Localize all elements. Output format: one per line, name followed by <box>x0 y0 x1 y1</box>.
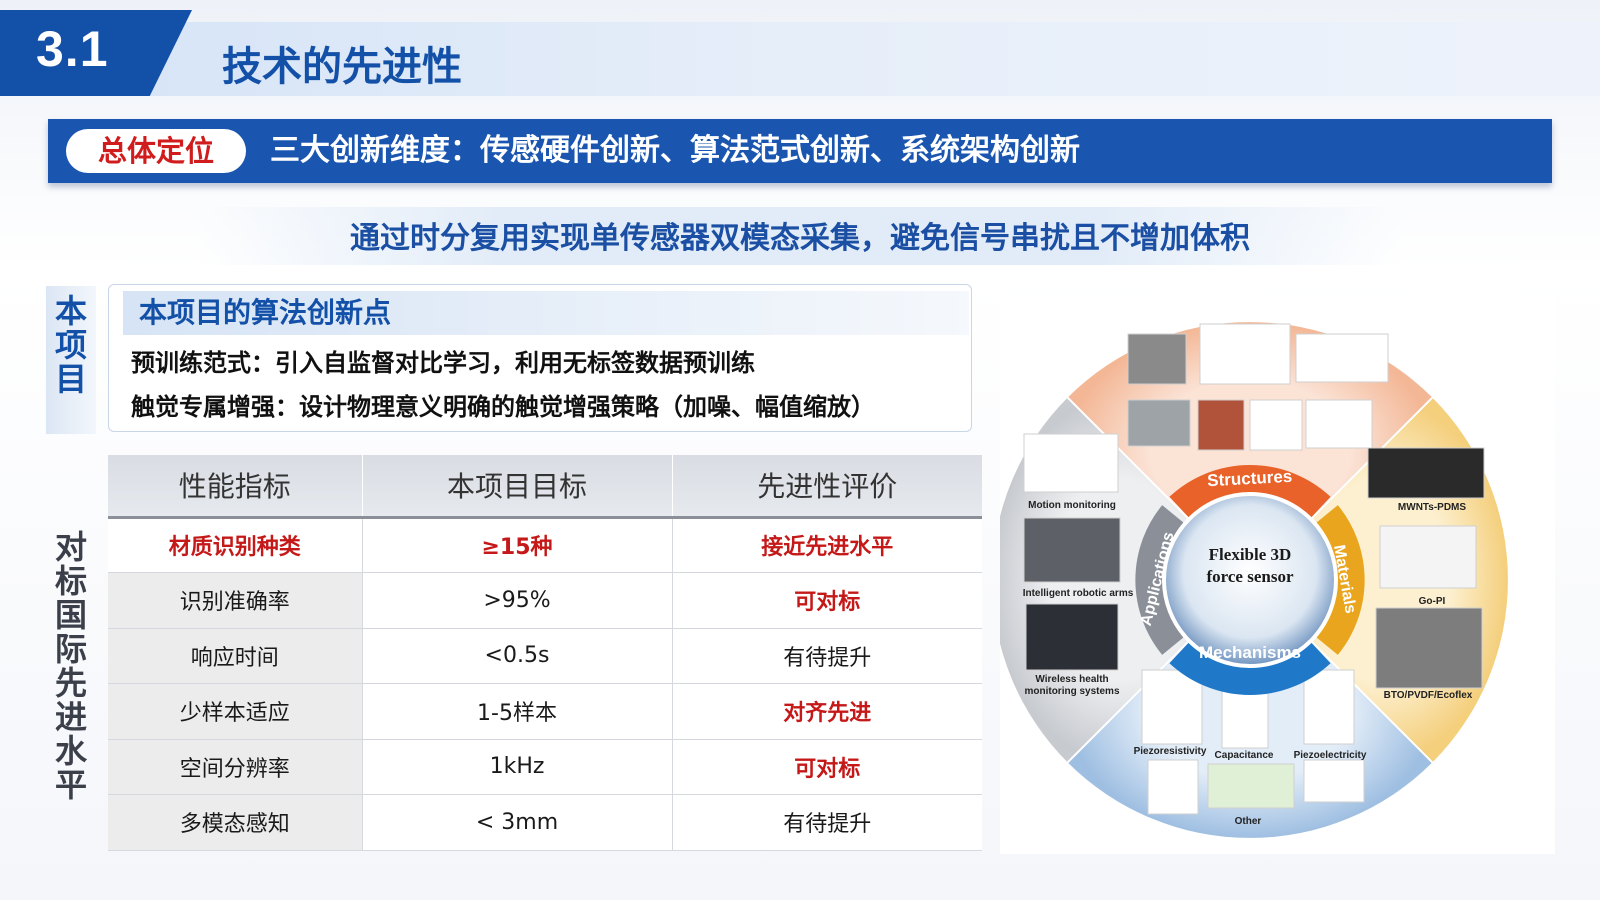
table-row: 少样本适应 1-5样本 对齐先进 <box>108 683 982 740</box>
sensor-figure: Flexible 3D force sensor Structures Mate… <box>1000 298 1555 854</box>
target-cell: 1kHz <box>362 739 673 795</box>
table-header-row: 性能指标 本项目目标 先进性评价 <box>108 455 982 519</box>
caption-motion: Motion monitoring <box>1028 500 1116 511</box>
algorithm-header: 本项目的算法创新点 <box>123 291 969 335</box>
caption-piezoelec: Piezoelectricity <box>1294 750 1367 761</box>
caption-mwnt: MWNTs-PDMS <box>1398 502 1466 513</box>
side-char: 目 <box>54 360 87 398</box>
caption-capacitance: Capacitance <box>1215 750 1274 761</box>
benchmark-table: 性能指标 本项目目标 先进性评价 材质识别种类 ≥15种 接近先进水平 识别准确… <box>108 455 982 851</box>
algorithm-title: 本项目的算法创新点 <box>139 296 392 329</box>
side-char: 进 <box>54 698 87 736</box>
target-cell: <0.5s <box>362 628 673 684</box>
evaluation-cell: 有待提升 <box>672 794 982 851</box>
application-thumbnails <box>1023 433 1121 671</box>
evaluation-cell: 接近先进水平 <box>672 517 982 573</box>
metric-cell: 材质识别种类 <box>108 517 363 573</box>
target-cell: 1-5样本 <box>362 683 673 740</box>
table-row: 识别准确率 >95% 可对标 <box>108 572 982 629</box>
table-row: 多模态感知 < 3mm 有待提升 <box>108 794 982 851</box>
column-header: 性能指标 <box>108 455 363 519</box>
target-cell: >95% <box>362 572 673 629</box>
ring-label-mechanisms: Mechanisms <box>1199 643 1301 662</box>
side-char: 平 <box>54 766 87 804</box>
caption-piezores: Piezoresistivity <box>1134 746 1207 757</box>
page-title: 技术的先进性 <box>222 44 462 90</box>
sensor-diagram: Flexible 3D force sensor Structures Mate… <box>1000 322 1508 838</box>
side-char: 本 <box>54 292 87 330</box>
side-char: 先 <box>54 664 87 702</box>
positioning-pill: 总体定位 <box>66 129 246 173</box>
metric-cell: 空间分辨率 <box>108 739 363 795</box>
material-thumbnails <box>1367 447 1485 689</box>
caption-bto: BTO/PVDF/Ecoflex <box>1384 690 1473 701</box>
side-label-project: 本 项 目 <box>46 286 96 434</box>
table-row: 空间分辨率 1kHz 可对标 <box>108 739 982 795</box>
metric-cell: 多模态感知 <box>108 794 363 851</box>
caption-wireless2: monitoring systems <box>1024 686 1119 697</box>
target-cell: ≥15种 <box>362 517 673 573</box>
column-header: 先进性评价 <box>672 455 982 519</box>
side-char: 水 <box>54 732 87 770</box>
center-label-line2: force sensor <box>1206 567 1293 586</box>
side-char: 项 <box>54 326 87 364</box>
caption-robotic: Intelligent robotic arms <box>1023 588 1134 599</box>
metric-cell: 响应时间 <box>108 628 363 684</box>
caption-gopi: Go-PI <box>1419 596 1446 607</box>
caption-wireless1: Wireless health <box>1035 674 1108 685</box>
target-cell: < 3mm <box>362 794 673 851</box>
side-char: 标 <box>54 562 87 600</box>
evaluation-cell: 可对标 <box>672 572 982 629</box>
table-row: 材质识别种类 ≥15种 接近先进水平 <box>108 517 982 573</box>
center-label-line1: Flexible 3D <box>1209 545 1292 564</box>
algorithm-point-2: 触觉专属增强：设计物理意义明确的触觉增强策略（加噪、幅值缩放） <box>131 393 875 421</box>
section-number: 3.1 <box>36 21 109 77</box>
side-char: 国 <box>54 596 87 634</box>
algorithm-point-1: 预训练范式：引入自监督对比学习，利用无标签数据预训练 <box>131 349 755 377</box>
side-char: 际 <box>54 630 87 668</box>
side-char: 对 <box>54 528 87 566</box>
caption-other: Other <box>1235 816 1262 827</box>
evaluation-cell: 可对标 <box>672 739 982 795</box>
algorithm-box: 本项目的算法创新点 预训练范式：引入自监督对比学习，利用无标签数据预训练 触觉专… <box>108 284 972 432</box>
positioning-bar: 总体定位 三大创新维度：传感硬件创新、算法范式创新、系统架构创新 <box>48 119 1552 183</box>
metric-cell: 少样本适应 <box>108 683 363 740</box>
positioning-text: 三大创新维度：传感硬件创新、算法范式创新、系统架构创新 <box>270 133 1080 168</box>
evaluation-cell: 对齐先进 <box>672 683 982 740</box>
table-row: 响应时间 <0.5s 有待提升 <box>108 628 982 684</box>
metric-cell: 识别准确率 <box>108 572 363 629</box>
subtitle: 通过时分复用实现单传感器双模态采集，避免信号串扰且不增加体积 <box>350 221 1250 256</box>
evaluation-cell: 有待提升 <box>672 628 982 684</box>
column-header: 本项目目标 <box>362 455 673 519</box>
side-label-benchmark: 对 标 国 际 先 进 水 平 <box>46 522 96 810</box>
